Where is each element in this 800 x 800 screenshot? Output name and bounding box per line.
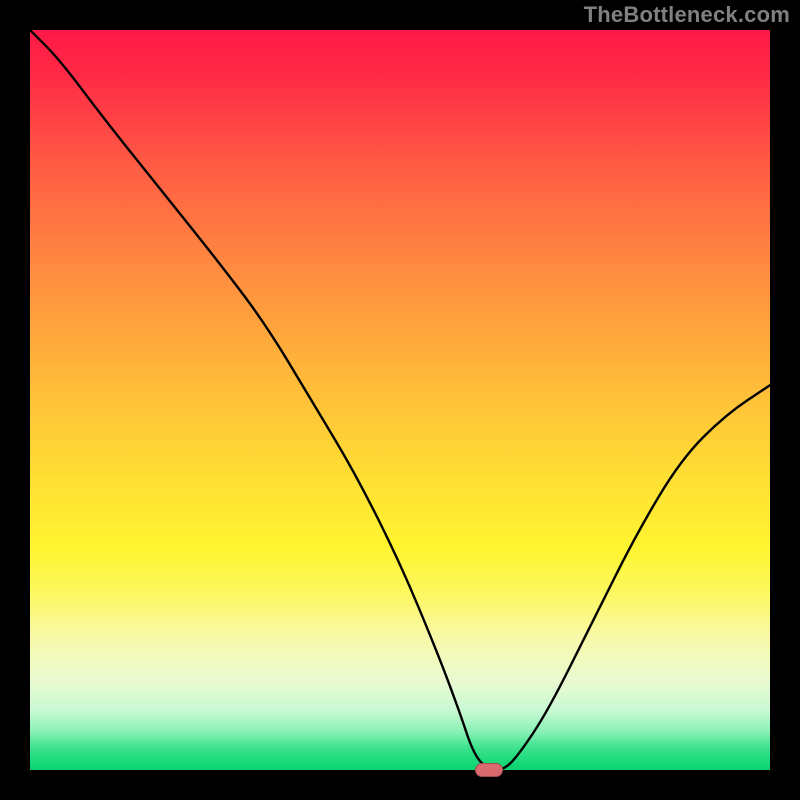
chart-frame: TheBottleneck.com <box>0 0 800 800</box>
watermark-text: TheBottleneck.com <box>584 2 790 28</box>
bottleneck-curve-svg <box>30 30 770 770</box>
optimal-point-marker <box>475 763 503 777</box>
bottleneck-curve-path <box>30 30 770 770</box>
plot-area <box>30 30 770 770</box>
